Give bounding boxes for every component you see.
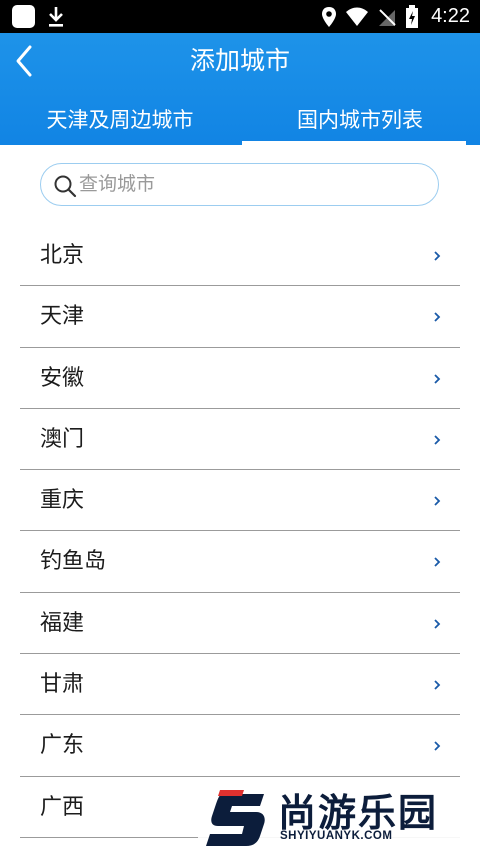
- chevron-right-icon: [434, 496, 441, 506]
- watermark-domain: SHYIYUANYK.COM: [280, 830, 393, 842]
- app-header: 添加城市 天津及周边城市 国内城市列表: [0, 33, 480, 145]
- city-row[interactable]: 广东: [20, 715, 460, 777]
- tab-bar: 天津及周边城市 国内城市列表: [0, 100, 480, 145]
- watermark-name: 尚游乐园: [278, 791, 439, 835]
- chevron-right-icon: [434, 312, 441, 322]
- city-label: 甘肃: [40, 672, 85, 698]
- city-row[interactable]: 福建: [20, 593, 460, 655]
- chevron-right-icon: [434, 435, 441, 445]
- chevron-right-icon: [434, 680, 441, 690]
- chevron-right-icon: [434, 619, 441, 629]
- city-row[interactable]: 重庆: [20, 470, 460, 532]
- city-row[interactable]: 澳门: [20, 409, 460, 471]
- status-icons: 4:22: [321, 0, 470, 33]
- city-row[interactable]: 甘肃: [20, 654, 460, 716]
- city-row[interactable]: 北京: [20, 225, 460, 287]
- city-label: 安徽: [40, 365, 85, 391]
- city-label: 钓鱼岛: [40, 549, 107, 575]
- no-signal-icon: [379, 8, 396, 26]
- tab-nearby-cities[interactable]: 天津及周边城市: [0, 100, 240, 145]
- city-label: 广东: [40, 733, 85, 759]
- city-label: 重庆: [40, 488, 85, 514]
- status-time: 4:22: [431, 5, 470, 27]
- search-placeholder: 查询城市: [79, 173, 156, 195]
- site-watermark: 尚游乐园 SHYIYUANYK.COM: [198, 780, 480, 853]
- status-bar: 4:22: [0, 0, 480, 33]
- city-label: 天津: [40, 304, 85, 330]
- chevron-right-icon: [434, 251, 441, 261]
- chevron-right-icon: [434, 557, 441, 568]
- city-row[interactable]: 钓鱼岛: [20, 531, 460, 593]
- wifi-icon: [346, 7, 369, 26]
- download-icon: [49, 7, 63, 27]
- city-label: 广西: [40, 794, 85, 820]
- search-icon: [54, 175, 77, 198]
- location-icon: [322, 6, 337, 27]
- city-row[interactable]: 安徽: [20, 348, 460, 409]
- tab-domestic-cities[interactable]: 国内城市列表: [240, 100, 480, 145]
- city-list: 北京 天津 安徽 澳门 重庆 钓鱼岛 福建 甘肃 广东 广西: [20, 225, 460, 838]
- page-title: 添加城市: [189, 46, 290, 75]
- city-label: 北京: [40, 243, 85, 268]
- chevron-right-icon: [434, 373, 441, 384]
- city-label: 澳门: [40, 426, 85, 452]
- search-input[interactable]: 查询城市: [40, 163, 439, 206]
- city-row[interactable]: 天津: [20, 286, 460, 348]
- chevron-right-icon: [434, 741, 441, 752]
- app-notification-icon: [12, 5, 35, 28]
- city-label: 福建: [40, 610, 85, 636]
- battery-icon: [406, 4, 419, 28]
- s-logo-icon: [206, 790, 265, 846]
